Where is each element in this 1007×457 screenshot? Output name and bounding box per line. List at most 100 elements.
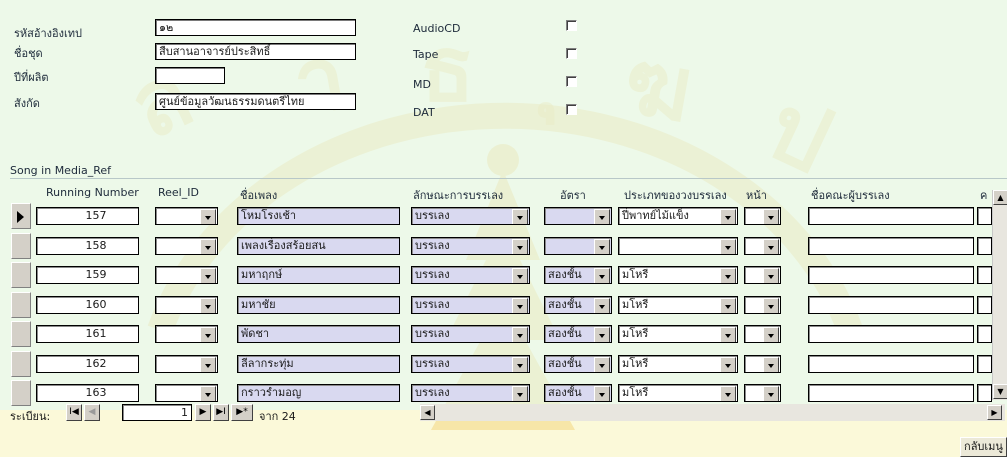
truncated-field[interactable] — [977, 296, 992, 314]
prev-record-button[interactable]: ◀ — [84, 404, 100, 421]
side-combo[interactable] — [744, 207, 781, 225]
dropdown-arrow-icon[interactable] — [512, 268, 528, 283]
rate-combo[interactable]: สองชั้น — [544, 266, 612, 284]
row-selector[interactable] — [11, 351, 31, 377]
rate-combo[interactable] — [544, 237, 612, 255]
reel-id-combo[interactable] — [155, 237, 218, 255]
dropdown-arrow-icon[interactable] — [512, 386, 528, 401]
rate-combo[interactable]: สองชั้น — [544, 355, 612, 373]
reel-id-combo[interactable] — [155, 296, 218, 314]
back-to-menu-button[interactable]: กลับเมนู — [960, 437, 1007, 457]
scroll-up-icon[interactable]: ▲ — [993, 190, 1007, 205]
performer-field[interactable] — [808, 325, 974, 343]
dropdown-arrow-icon[interactable] — [720, 327, 736, 342]
side-combo[interactable] — [744, 384, 781, 402]
dat-checkbox[interactable] — [566, 104, 577, 115]
scroll-left-icon[interactable]: ◀ — [420, 405, 435, 420]
current-record-input[interactable]: 1 — [122, 404, 192, 421]
rate-combo[interactable]: สองชั้น — [544, 296, 612, 314]
md-checkbox[interactable] — [566, 76, 577, 87]
row-selector[interactable] — [11, 262, 31, 288]
dropdown-arrow-icon[interactable] — [594, 268, 610, 283]
running-number-field[interactable]: 163 — [36, 384, 139, 402]
truncated-field[interactable] — [977, 237, 992, 255]
running-number-field[interactable]: 158 — [36, 237, 139, 255]
running-number-field[interactable]: 161 — [36, 325, 139, 343]
side-combo[interactable] — [744, 266, 781, 284]
truncated-field[interactable] — [977, 207, 992, 225]
audiocd-checkbox[interactable] — [566, 20, 577, 31]
running-number-field[interactable]: 157 — [36, 207, 139, 225]
dropdown-arrow-icon[interactable] — [720, 357, 736, 372]
scroll-right-icon[interactable]: ▶ — [987, 405, 1002, 420]
performer-field[interactable] — [808, 237, 974, 255]
new-record-button[interactable]: ▶* — [231, 404, 253, 421]
dropdown-arrow-icon[interactable] — [720, 298, 736, 313]
running-number-field[interactable]: 162 — [36, 355, 139, 373]
dropdown-arrow-icon[interactable] — [763, 239, 779, 254]
dropdown-arrow-icon[interactable] — [594, 209, 610, 224]
performance-style-combo[interactable]: บรรเลง — [411, 325, 530, 343]
performer-field[interactable] — [808, 384, 974, 402]
dropdown-arrow-icon[interactable] — [594, 357, 610, 372]
band-type-combo[interactable]: มโหรี — [618, 266, 738, 284]
dropdown-arrow-icon[interactable] — [763, 386, 779, 401]
reel-id-combo[interactable] — [155, 207, 218, 225]
performance-style-combo[interactable]: บรรเลง — [411, 384, 530, 402]
row-selector[interactable] — [11, 233, 31, 259]
rate-combo[interactable]: สองชั้น — [544, 384, 612, 402]
band-type-combo[interactable]: มโหรี — [618, 355, 738, 373]
dropdown-arrow-icon[interactable] — [720, 209, 736, 224]
dropdown-arrow-icon[interactable] — [512, 357, 528, 372]
song-name-field[interactable]: โหมโรงเช้า — [237, 207, 400, 225]
band-type-combo[interactable]: มโหรี — [618, 296, 738, 314]
song-name-field[interactable]: พัดชา — [237, 325, 400, 343]
band-type-combo[interactable]: มโหรี — [618, 384, 738, 402]
album-name-input[interactable]: สืบสานอาจารย์ประสิทธิ์ — [155, 43, 356, 60]
tape-id-input[interactable]: ๑๒ — [155, 19, 356, 36]
tape-checkbox[interactable] — [566, 48, 577, 59]
song-name-field[interactable]: มหาชัย — [237, 296, 400, 314]
first-record-button[interactable]: I◀ — [66, 404, 82, 421]
performance-style-combo[interactable]: บรรเลง — [411, 266, 530, 284]
row-selector[interactable] — [11, 380, 31, 406]
rate-combo[interactable] — [544, 207, 612, 225]
next-record-button[interactable]: ▶ — [195, 404, 211, 421]
performance-style-combo[interactable]: บรรเลง — [411, 355, 530, 373]
dropdown-arrow-icon[interactable] — [512, 327, 528, 342]
row-selector[interactable] — [11, 203, 31, 229]
dropdown-arrow-icon[interactable] — [200, 357, 216, 372]
dropdown-arrow-icon[interactable] — [594, 298, 610, 313]
row-selector[interactable] — [11, 292, 31, 318]
band-type-combo[interactable]: มโหรี — [618, 325, 738, 343]
dropdown-arrow-icon[interactable] — [512, 209, 528, 224]
dropdown-arrow-icon[interactable] — [200, 327, 216, 342]
scroll-down-icon[interactable]: ▼ — [993, 384, 1007, 399]
dropdown-arrow-icon[interactable] — [720, 386, 736, 401]
performer-field[interactable] — [808, 296, 974, 314]
running-number-field[interactable]: 159 — [36, 266, 139, 284]
dropdown-arrow-icon[interactable] — [200, 268, 216, 283]
reel-id-combo[interactable] — [155, 266, 218, 284]
performer-field[interactable] — [808, 355, 974, 373]
year-input[interactable] — [155, 67, 225, 84]
dropdown-arrow-icon[interactable] — [720, 268, 736, 283]
dropdown-arrow-icon[interactable] — [594, 327, 610, 342]
song-name-field[interactable]: เพลงเรื่องสร้อยสน — [237, 237, 400, 255]
performer-field[interactable] — [808, 266, 974, 284]
dropdown-arrow-icon[interactable] — [763, 209, 779, 224]
truncated-field[interactable] — [977, 325, 992, 343]
dropdown-arrow-icon[interactable] — [512, 239, 528, 254]
truncated-field[interactable] — [977, 384, 992, 402]
side-combo[interactable] — [744, 296, 781, 314]
running-number-field[interactable]: 160 — [36, 296, 139, 314]
truncated-field[interactable] — [977, 355, 992, 373]
last-record-button[interactable]: ▶I — [213, 404, 229, 421]
dropdown-arrow-icon[interactable] — [200, 298, 216, 313]
dropdown-arrow-icon[interactable] — [200, 386, 216, 401]
song-name-field[interactable]: ลีลากระทุ่ม — [237, 355, 400, 373]
truncated-field[interactable] — [977, 266, 992, 284]
song-name-field[interactable]: กราวรำมอญ — [237, 384, 400, 402]
performance-style-combo[interactable]: บรรเลง — [411, 237, 530, 255]
dropdown-arrow-icon[interactable] — [200, 239, 216, 254]
